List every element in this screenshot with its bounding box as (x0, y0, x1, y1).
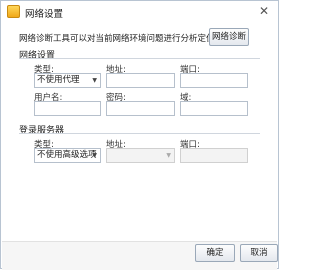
username-input[interactable] (34, 101, 101, 116)
ok-button[interactable]: 确定 (195, 244, 235, 262)
description-text: 网络诊断工具可以对当前网络环境问题进行分析定位。 (19, 34, 224, 44)
chevron-down-icon: ▼ (166, 152, 171, 159)
window-title: 网络设置 (25, 9, 64, 20)
proxy-port-input[interactable] (180, 73, 248, 88)
title-bar: 网络设置 ✕ (1, 1, 278, 23)
network-diagnose-button[interactable]: 网络诊断 (209, 28, 249, 46)
dialog-footer (2, 241, 277, 270)
section-divider (19, 58, 260, 59)
domain-input[interactable] (180, 101, 248, 116)
proxy-type-value: 不使用代理 (37, 75, 80, 85)
chevron-down-icon: ▼ (92, 152, 97, 159)
server-type-select[interactable]: 不使用高级选项 ▼ (34, 148, 101, 163)
server-type-value: 不使用高级选项 (37, 150, 97, 160)
network-settings-heading: 网络设置 (19, 51, 56, 61)
server-port-input (180, 148, 248, 163)
section-divider (19, 133, 260, 134)
server-address-select: ▼ (106, 148, 175, 163)
network-settings-dialog: 网络设置 ✕ 网络诊断工具可以对当前网络环境问题进行分析定位。 网络诊断 网络设… (0, 0, 279, 270)
close-icon[interactable]: ✕ (256, 3, 272, 19)
password-input[interactable] (106, 101, 175, 116)
app-icon (7, 5, 20, 18)
login-server-heading: 登录服务器 (19, 126, 65, 136)
proxy-type-select[interactable]: 不使用代理 ▼ (34, 73, 101, 88)
chevron-down-icon: ▼ (92, 77, 97, 84)
proxy-address-input[interactable] (106, 73, 175, 88)
cancel-button[interactable]: 取消 (240, 244, 278, 262)
